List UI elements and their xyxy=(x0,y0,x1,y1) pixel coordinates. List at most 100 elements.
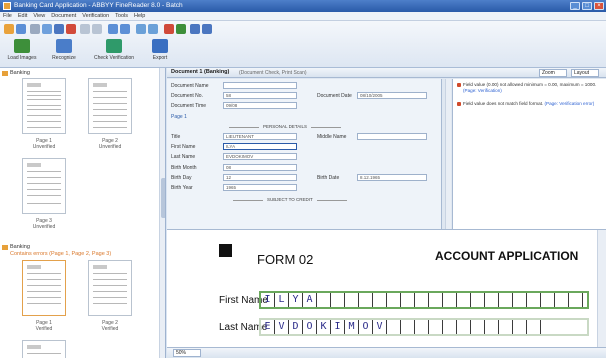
page-thumbnail[interactable] xyxy=(88,260,132,316)
field-label: Document No. xyxy=(171,93,203,99)
document-time-field[interactable]: 09/08 xyxy=(223,102,297,109)
batch-title[interactable]: Banking xyxy=(10,244,30,250)
flag-icon[interactable] xyxy=(164,24,174,34)
thumb-caption: Page 3 Unverified xyxy=(32,218,56,230)
field-label: First Name xyxy=(171,144,196,150)
letter-cell: O xyxy=(303,320,317,334)
image-scrollbar[interactable] xyxy=(597,230,606,347)
menu-verification[interactable]: Verification xyxy=(79,12,112,20)
menu-bar: File Edit View Document Verification Tools Hel… xyxy=(0,12,606,21)
image-status-bar: 50% xyxy=(167,347,606,358)
scan-icon xyxy=(14,39,30,53)
letter-cell: I xyxy=(261,293,275,307)
menu-edit[interactable]: Edit xyxy=(15,12,30,20)
letter-cell xyxy=(387,293,401,307)
cut-icon[interactable] xyxy=(30,24,40,34)
undo-icon[interactable] xyxy=(80,24,90,34)
paste-icon[interactable] xyxy=(54,24,64,34)
export-button[interactable]: Export xyxy=(142,39,178,65)
birth-day-field[interactable]: 12 xyxy=(223,174,297,181)
first-name-field[interactable]: ILYA xyxy=(223,143,297,150)
letter-cell xyxy=(359,293,373,307)
minimize-button[interactable]: _ xyxy=(570,2,580,10)
letter-cell xyxy=(485,320,499,334)
app-icon xyxy=(3,2,11,10)
delete-icon[interactable] xyxy=(66,24,76,34)
thumb-caption: Page 1 Unverified xyxy=(32,138,56,150)
form-heading: ACCOUNT APPLICATION xyxy=(435,249,579,263)
letter-cell xyxy=(401,293,415,307)
letter-cell xyxy=(555,293,569,307)
section-personal-details: PERSONAL DETAILS xyxy=(228,124,342,129)
open-icon[interactable] xyxy=(4,24,14,34)
load-images-button[interactable]: Load Images xyxy=(4,39,40,65)
document-name-field[interactable] xyxy=(223,82,297,89)
birth-month-field[interactable]: 08 xyxy=(223,164,297,171)
maximize-button[interactable]: □ xyxy=(582,2,592,10)
zoom-dropdown[interactable]: Zoom xyxy=(539,69,567,77)
redo-icon[interactable] xyxy=(92,24,102,34)
letter-cell xyxy=(317,293,331,307)
letter-cell xyxy=(345,293,359,307)
toolbar: Load Images Recognize Check Verification… xyxy=(0,21,606,68)
verify-icon xyxy=(106,39,122,53)
form-number: FORM 02 xyxy=(257,252,314,267)
menu-view[interactable]: View xyxy=(30,12,48,20)
page-thumbnail[interactable] xyxy=(22,260,66,316)
zoom-out-icon[interactable] xyxy=(148,24,158,34)
check-verification-button[interactable]: Check Verification xyxy=(92,39,136,65)
page-thumbnail[interactable] xyxy=(22,340,66,358)
zoom-field[interactable]: 50% xyxy=(173,349,201,357)
form-scrollbar[interactable] xyxy=(445,79,451,229)
letter-cell: A xyxy=(303,293,317,307)
document-no-field[interactable]: 58 xyxy=(223,92,297,99)
field-label: Last Name xyxy=(171,154,196,160)
title-field[interactable]: LIEUTENANT xyxy=(223,133,297,140)
menu-tools[interactable]: Tools xyxy=(112,12,131,20)
layout-dropdown[interactable]: Layout xyxy=(571,69,599,77)
menu-document[interactable]: Document xyxy=(48,12,79,20)
layout-icon[interactable] xyxy=(190,24,200,34)
page-thumbnail[interactable] xyxy=(22,78,66,134)
zoom-in-icon[interactable] xyxy=(136,24,146,34)
letter-cell xyxy=(415,320,429,334)
save-icon[interactable] xyxy=(16,24,26,34)
last-name-field[interactable]: EVDOKIMOV xyxy=(223,153,297,160)
export-icon xyxy=(152,39,168,53)
title-bar: Banking Card Application - ABBYY FineRea… xyxy=(0,0,606,12)
table-icon[interactable] xyxy=(202,24,212,34)
page-thumbnail[interactable] xyxy=(88,78,132,134)
letter-cell: K xyxy=(317,320,331,334)
field-label: Birth Date xyxy=(317,175,340,181)
error-message[interactable]: Field value (0.00) not allowed minimum =… xyxy=(457,82,603,94)
menu-file[interactable]: File xyxy=(0,12,15,20)
birth-date-field[interactable]: 8.12.1965 xyxy=(357,174,427,181)
recognize-button[interactable]: Recognize xyxy=(46,39,82,65)
page-thumbnail[interactable] xyxy=(22,158,66,214)
thumb-caption: Page 1 Verified xyxy=(35,320,53,332)
document-date-field[interactable]: 08/10/2005 xyxy=(357,92,427,99)
batch-title[interactable]: Banking xyxy=(10,70,30,76)
last-name-box[interactable]: EVDOKIMOV xyxy=(259,318,589,336)
letter-cell xyxy=(331,293,345,307)
error-message[interactable]: Field value does not match field format.… xyxy=(457,101,603,107)
copy-icon[interactable] xyxy=(42,24,52,34)
batch-status: Contains errors (Page 1, Page 2, Page 3) xyxy=(10,251,112,257)
page-label: Page 1 xyxy=(171,114,187,120)
image-viewer[interactable]: FORM 02 ACCOUNT APPLICATION First Name I… xyxy=(167,229,606,347)
left-scrollbar[interactable] xyxy=(159,68,165,358)
middle-name-field[interactable] xyxy=(357,133,427,140)
document-tab[interactable]: Document 1 (Banking) xyxy=(171,69,229,75)
grid-icon[interactable] xyxy=(120,24,130,34)
field-label: Birth Month xyxy=(171,165,197,171)
batch-pane: Banking Page 1 Unverified Page 2 Unverifie… xyxy=(0,68,166,358)
birth-year-field[interactable]: 1965 xyxy=(223,184,297,191)
close-button[interactable]: × xyxy=(594,2,604,10)
letter-cell xyxy=(513,320,527,334)
error-icon xyxy=(457,102,461,106)
letter-cell: M xyxy=(345,320,359,334)
view-icon[interactable] xyxy=(108,24,118,34)
check-icon[interactable] xyxy=(176,24,186,34)
menu-help[interactable]: Help xyxy=(131,12,148,20)
first-name-box[interactable]: ILYA xyxy=(259,291,589,309)
